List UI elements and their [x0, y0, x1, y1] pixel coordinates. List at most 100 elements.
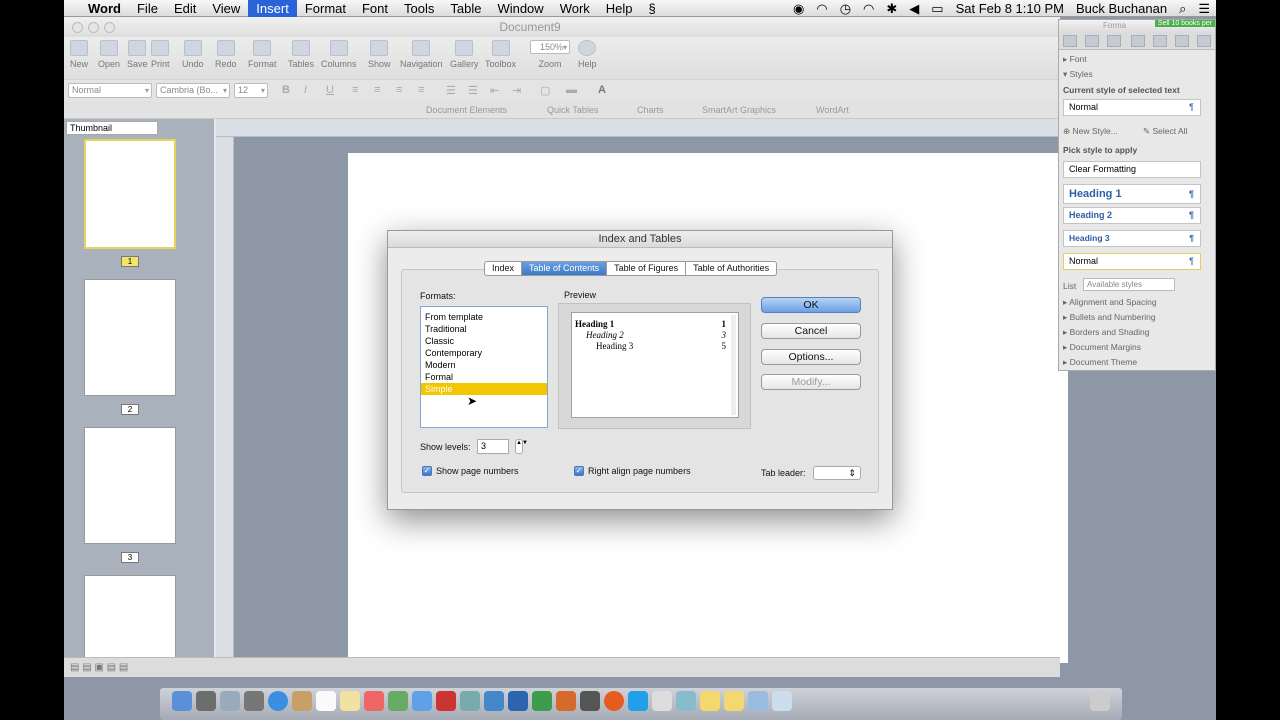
- tab-leader-select[interactable]: ⇕: [813, 466, 861, 480]
- open-button[interactable]: Open: [98, 40, 120, 69]
- format-option[interactable]: Traditional: [421, 323, 547, 335]
- tab-document-elements[interactable]: Document Elements: [426, 105, 507, 115]
- finder-icon[interactable]: [172, 691, 192, 711]
- record-icon[interactable]: ◉: [787, 0, 810, 17]
- numbering-icon[interactable]: ☰: [468, 84, 478, 97]
- zoom-window-icon[interactable]: [104, 22, 115, 33]
- clock[interactable]: Sat Feb 8 1:10 PM: [950, 0, 1070, 17]
- tools-icon[interactable]: [1175, 35, 1189, 47]
- airport-icon[interactable]: ◠: [857, 0, 880, 17]
- kindle-icon[interactable]: [580, 691, 600, 711]
- style-heading-1[interactable]: Heading 1 ¶: [1063, 184, 1201, 204]
- gallery-button[interactable]: Gallery: [450, 40, 479, 69]
- columns-button[interactable]: Columns: [321, 40, 357, 69]
- list-select[interactable]: Available styles: [1083, 278, 1175, 291]
- safari-icon[interactable]: [268, 691, 288, 711]
- decrease-indent-icon[interactable]: ⇤: [490, 84, 499, 97]
- format-option[interactable]: Classic: [421, 335, 547, 347]
- citations-icon[interactable]: [1085, 35, 1099, 47]
- font-size-select[interactable]: 12: [234, 83, 268, 98]
- symbols-icon[interactable]: [1153, 35, 1167, 47]
- wifi-icon[interactable]: ◠: [810, 0, 833, 17]
- show-levels-input[interactable]: 3: [477, 439, 509, 454]
- utility-icon[interactable]: [676, 691, 696, 711]
- user-name[interactable]: Buck Buchanan: [1070, 0, 1173, 17]
- calendar-icon[interactable]: [316, 691, 336, 711]
- skype-icon[interactable]: [628, 691, 648, 711]
- show-button[interactable]: Show: [368, 40, 391, 69]
- options-button[interactable]: Options...: [761, 349, 861, 365]
- launchpad-icon[interactable]: [220, 691, 240, 711]
- borders-icon[interactable]: ▢: [540, 84, 550, 97]
- page-thumbnail-3[interactable]: [84, 427, 176, 544]
- menu-table[interactable]: Table: [442, 0, 489, 17]
- new-style-button[interactable]: ⊕ New Style...: [1063, 126, 1118, 137]
- bluetooth-icon[interactable]: ✱: [880, 0, 903, 17]
- align-right-icon[interactable]: ≡: [396, 84, 402, 96]
- tab-table-of-contents[interactable]: Table of Contents: [522, 261, 608, 276]
- formats-list[interactable]: From template Traditional Classic Contem…: [420, 306, 548, 428]
- downloads-icon[interactable]: [748, 691, 768, 711]
- undo-button[interactable]: Undo: [182, 40, 204, 69]
- messages-icon[interactable]: [412, 691, 432, 711]
- excel-icon[interactable]: [532, 691, 552, 711]
- menu-help[interactable]: Help: [598, 0, 641, 17]
- contacts-icon[interactable]: [292, 691, 312, 711]
- tables-button[interactable]: Tables: [288, 40, 314, 69]
- format-option[interactable]: From template: [421, 311, 547, 323]
- format-option-selected[interactable]: Simple: [421, 383, 547, 395]
- tab-quick-tables[interactable]: Quick Tables: [547, 105, 598, 115]
- new-button[interactable]: New: [70, 40, 88, 69]
- font-color-icon[interactable]: A: [598, 84, 606, 96]
- select-all-button[interactable]: ✎ Select All: [1143, 126, 1187, 137]
- save-button[interactable]: Save: [127, 40, 148, 69]
- style-heading-2[interactable]: Heading 2 ¶: [1063, 207, 1201, 224]
- clip-art-icon[interactable]: [1107, 35, 1121, 47]
- zoom-control[interactable]: 150% Zoom: [530, 40, 570, 69]
- page-thumbnail-2[interactable]: [84, 279, 176, 396]
- minimize-window-icon[interactable]: [88, 22, 99, 33]
- font-section[interactable]: ▸ Font: [1063, 54, 1087, 65]
- format-option[interactable]: Modern: [421, 359, 547, 371]
- reminders-icon[interactable]: [364, 691, 384, 711]
- navigation-button[interactable]: Navigation: [400, 40, 443, 69]
- print-button[interactable]: Print: [151, 40, 170, 69]
- photobooth-icon[interactable]: [244, 691, 264, 711]
- borders-shading-section[interactable]: ▸ Borders and Shading: [1063, 327, 1150, 338]
- tab-smartart[interactable]: SmartArt Graphics: [702, 105, 776, 115]
- apple-menu-icon[interactable]: [64, 0, 80, 17]
- zoom-select[interactable]: 150%: [530, 40, 570, 54]
- horizontal-ruler[interactable]: [216, 119, 1060, 137]
- tab-wordart[interactable]: WordArt: [816, 105, 849, 115]
- menu-work[interactable]: Work: [552, 0, 598, 17]
- right-align-checkbox[interactable]: ✓: [574, 466, 584, 476]
- script-menu-icon[interactable]: §: [641, 0, 664, 17]
- close-window-icon[interactable]: [72, 22, 83, 33]
- reference-icon[interactable]: [1131, 35, 1145, 47]
- tab-index[interactable]: Index: [484, 261, 523, 276]
- menu-format[interactable]: Format: [297, 0, 354, 17]
- help-button[interactable]: Help: [578, 40, 597, 69]
- folder-icon[interactable]: [724, 691, 744, 711]
- style-normal[interactable]: Normal ¶: [1063, 253, 1201, 270]
- menu-view[interactable]: View: [204, 0, 248, 17]
- redo-button[interactable]: Redo: [215, 40, 237, 69]
- documents-icon[interactable]: [772, 691, 792, 711]
- preview-app-icon[interactable]: [652, 691, 672, 711]
- increase-indent-icon[interactable]: ⇥: [512, 84, 521, 97]
- itunes-icon[interactable]: [436, 691, 456, 711]
- compatibility-icon[interactable]: [1197, 35, 1211, 47]
- toolbox-button[interactable]: Toolbox: [485, 40, 516, 69]
- tab-table-of-figures[interactable]: Table of Figures: [607, 261, 687, 276]
- underline-button[interactable]: U: [326, 84, 334, 96]
- style-clear-formatting[interactable]: Clear Formatting: [1063, 161, 1201, 178]
- styles-section[interactable]: ▾ Styles: [1063, 69, 1093, 80]
- sidebar-view-select[interactable]: Thumbnail: [66, 121, 158, 135]
- system-preferences-icon[interactable]: [484, 691, 504, 711]
- volume-icon[interactable]: ◀: [903, 0, 925, 17]
- menu-file[interactable]: File: [129, 0, 166, 17]
- spotlight-icon[interactable]: ⌕: [1173, 0, 1192, 17]
- modify-button[interactable]: Modify...: [761, 374, 861, 390]
- page-thumbnail-1[interactable]: [84, 139, 176, 249]
- tab-charts[interactable]: Charts: [637, 105, 664, 115]
